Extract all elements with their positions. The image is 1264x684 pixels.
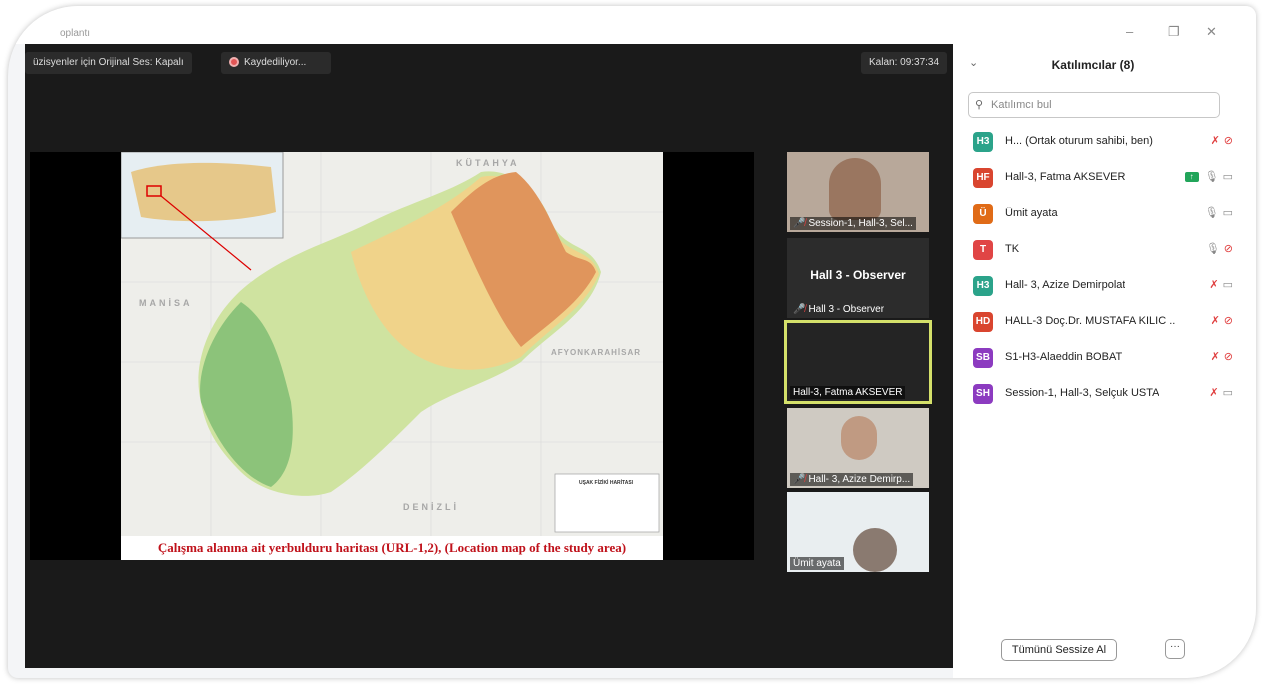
title-bar: oplantı – ❐ ✕	[8, 6, 1256, 44]
participants-panel: ⌄ Katılımcılar (8) ⚲ Katılımcı bul H3 H..…	[953, 44, 1256, 678]
panel-title: Katılımcılar (8)	[1051, 58, 1135, 72]
avatar: Ü	[973, 204, 993, 224]
shared-screen: KÜTAHYA MANİSA AFYONKARAHİSAR DENİZLİ UŞ…	[30, 152, 754, 560]
avatar: H3	[973, 132, 993, 152]
original-audio-button[interactable]: üzisyenler için Orijinal Ses: Kapalı	[25, 52, 192, 74]
camera-icon[interactable]: ▭	[1223, 387, 1233, 399]
map-label-denizli: DENİZLİ	[403, 502, 459, 512]
participant-status-icons: ↑ 🎙 ▭	[1184, 170, 1233, 183]
participant-row[interactable]: HF Hall-3, Fatma AKSEVER ↑ 🎙 ▭	[973, 168, 1233, 190]
avatar: HD	[973, 312, 993, 332]
mic-icon[interactable]: 🎙	[1205, 171, 1219, 183]
camera-off-icon[interactable]: ⊘	[1224, 135, 1233, 147]
mic-muted-icon[interactable]: ✗	[1209, 387, 1218, 399]
mic-muted-icon: 🎤̸	[793, 474, 806, 485]
map-label-manisa: MANİSA	[139, 298, 193, 308]
video-tile-5[interactable]: Ümit ayata	[787, 492, 929, 572]
camera-off-icon[interactable]: ⊘	[1224, 243, 1233, 255]
participant-status-icons: ✗ ▭	[1209, 386, 1233, 399]
search-icon: ⚲	[975, 99, 984, 111]
search-placeholder: Katılımcı bul	[991, 99, 1052, 111]
record-icon	[229, 57, 239, 68]
more-options-button[interactable]: ···	[1165, 639, 1185, 659]
mic-muted-icon[interactable]: ✗	[1209, 279, 1218, 291]
video-tile-4[interactable]: 🎤̸ Hall- 3, Azize Demirp...	[787, 408, 929, 488]
participant-status-icons: 🎙 ⊘	[1206, 242, 1233, 255]
tile-name: 🎤̸ Hall 3 - Observer	[793, 304, 885, 315]
participant-row[interactable]: SH Session-1, Hall-3, Selçuk USTA ✗ ▭	[973, 384, 1233, 406]
participant-name: Ümit ayata	[1005, 207, 1058, 219]
mic-icon[interactable]: 🎙	[1205, 207, 1219, 219]
participant-status-icons: ✗ ⊘	[1211, 134, 1233, 147]
tile-name: 🎤̸ Hall- 3, Azize Demirp...	[790, 473, 914, 486]
close-button[interactable]: ✕	[1206, 24, 1217, 40]
camera-icon[interactable]: ▭	[1223, 171, 1233, 183]
participant-row[interactable]: T TK 🎙 ⊘	[973, 240, 1233, 262]
map-label-kutahya: KÜTAHYA	[456, 158, 520, 168]
participant-video	[829, 158, 881, 220]
participant-status-icons: 🎙 ▭	[1205, 206, 1233, 219]
mic-icon[interactable]: 🎙	[1206, 243, 1220, 255]
map-legend-title: UŞAK FİZİKİ HARİTASI	[579, 480, 634, 486]
participant-name: Hall- 3, Azize Demirpolat	[1005, 279, 1126, 291]
map-caption: Çalışma alanına ait yerbulduru haritası …	[121, 536, 663, 560]
participant-status-icons: ✗ ⊘	[1211, 314, 1233, 327]
participant-status-icons: ✗ ⊘	[1211, 350, 1233, 363]
video-area: üzisyenler için Orijinal Ses: Kapalı Kay…	[25, 44, 953, 668]
participant-video	[853, 528, 897, 572]
participant-row[interactable]: HD HALL-3 Doç.Dr. MUSTAFA KILIC ... ✗ ⊘	[973, 312, 1233, 334]
avatar: T	[973, 240, 993, 260]
window-title: oplantı	[60, 28, 91, 39]
participant-status-icons: ✗ ▭	[1209, 278, 1233, 291]
screen-share-icon: ↑	[1184, 172, 1199, 183]
camera-icon[interactable]: ▭	[1223, 207, 1233, 219]
camera-off-icon[interactable]: ⊘	[1224, 315, 1233, 327]
mute-all-button[interactable]: Tümünü Sessize Al	[1001, 639, 1117, 661]
video-tile-3-active[interactable]: Hall-3, Fatma AKSEVER	[784, 320, 932, 404]
camera-icon[interactable]: ▭	[1223, 279, 1233, 291]
participant-name: Hall-3, Fatma AKSEVER	[1005, 171, 1126, 183]
avatar: SB	[973, 348, 993, 368]
avatar: SH	[973, 384, 993, 404]
mic-muted-icon[interactable]: ✗	[1211, 351, 1220, 363]
mic-muted-icon[interactable]: ✗	[1211, 135, 1220, 147]
remaining-time: Kalan: 09:37:34	[861, 52, 948, 74]
participant-row[interactable]: H3 H... (Ortak oturum sahibi, ben) ✗ ⊘	[973, 132, 1233, 154]
tile-name: 🎤̸ Session-1, Hall-3, Sel...	[790, 217, 916, 230]
mic-muted-icon[interactable]: ✗	[1211, 315, 1220, 327]
tile-name: Ümit ayata	[790, 557, 844, 570]
tile-center-name: Hall 3 - Observer	[810, 268, 906, 282]
participant-name: TK	[1005, 243, 1020, 255]
restore-button[interactable]: ❐	[1168, 24, 1180, 40]
participant-row[interactable]: SB S1-H3-Alaeddin BOBAT ✗ ⊘	[973, 348, 1233, 370]
participant-name: Session-1, Hall-3, Selçuk USTA	[1005, 387, 1160, 399]
video-tile-2[interactable]: Hall 3 - Observer 🎤̸ Hall 3 - Observer	[787, 238, 929, 318]
mic-muted-icon: 🎤̸	[793, 218, 806, 229]
tile-name: Hall-3, Fatma AKSEVER	[790, 386, 906, 399]
participant-search-input[interactable]: ⚲ Katılımcı bul	[968, 92, 1220, 118]
participant-name: H... (Ortak oturum sahibi, ben)	[1005, 135, 1153, 147]
video-tile-1[interactable]: 🎤̸ Session-1, Hall-3, Sel...	[787, 152, 929, 232]
participant-name: HALL-3 Doç.Dr. MUSTAFA KILIC ...	[1005, 315, 1175, 327]
participant-row[interactable]: H3 Hall- 3, Azize Demirpolat ✗ ▭	[973, 276, 1233, 298]
recording-label: Kaydediliyor...	[244, 57, 307, 68]
location-map: KÜTAHYA MANİSA AFYONKARAHİSAR DENİZLİ UŞ…	[121, 152, 663, 560]
recording-indicator[interactable]: Kaydediliyor...	[221, 52, 331, 74]
map-graphic	[121, 152, 663, 536]
mic-muted-icon: 🎤̸	[793, 304, 806, 315]
participant-name: S1-H3-Alaeddin BOBAT	[1005, 351, 1123, 363]
app-window: oplantı – ❐ ✕ üzisyenler için Orijinal S…	[8, 6, 1256, 678]
avatar: HF	[973, 168, 993, 188]
map-label-afyon: AFYONKARAHİSAR	[551, 348, 641, 357]
avatar: H3	[973, 276, 993, 296]
camera-off-icon[interactable]: ⊘	[1224, 351, 1233, 363]
participant-video	[841, 416, 877, 460]
minimize-button[interactable]: –	[1126, 24, 1133, 39]
participant-row[interactable]: Ü Ümit ayata 🎙 ▭	[973, 204, 1233, 226]
